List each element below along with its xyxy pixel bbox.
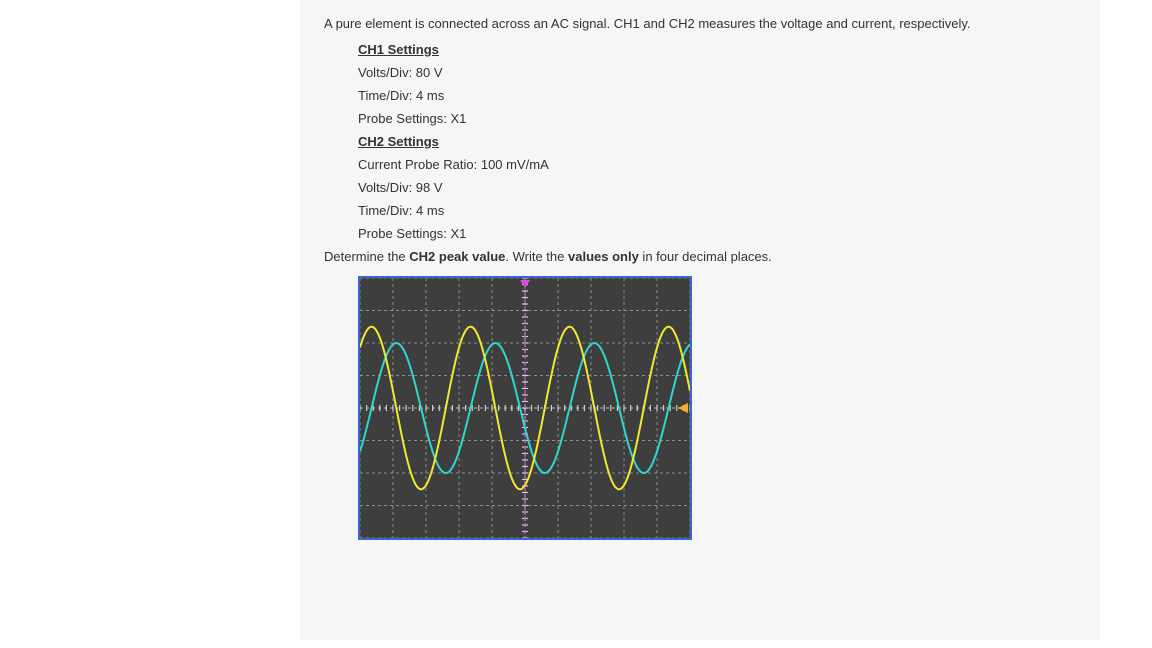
q-emph1: CH2 peak value <box>409 249 505 264</box>
ch2-title: CH2 Settings <box>358 134 1076 149</box>
ch1-time: Time/Div: 4 ms <box>358 88 1076 103</box>
ch2-probe: Probe Settings: X1 <box>358 226 1076 241</box>
question-panel: A pure element is connected across an AC… <box>300 0 1100 640</box>
q-post: in four decimal places. <box>639 249 772 264</box>
ch1-volts: Volts/Div: 80 V <box>358 65 1076 80</box>
settings-block: CH1 Settings Volts/Div: 80 V Time/Div: 4… <box>358 42 1076 241</box>
ch1-title: CH1 Settings <box>358 42 1076 57</box>
ch1-probe: Probe Settings: X1 <box>358 111 1076 126</box>
scope-svg <box>360 278 690 538</box>
ch2-volts: Volts/Div: 98 V <box>358 180 1076 195</box>
oscilloscope-display <box>358 276 692 540</box>
q-pre: Determine the <box>324 249 409 264</box>
question-text: Determine the CH2 peak value. Write the … <box>324 249 1076 264</box>
intro-text: A pure element is connected across an AC… <box>324 14 1076 34</box>
ch2-ratio: Current Probe Ratio: 100 mV/mA <box>358 157 1076 172</box>
ch2-time: Time/Div: 4 ms <box>358 203 1076 218</box>
q-emph2: values only <box>568 249 639 264</box>
q-mid: . Write the <box>505 249 568 264</box>
